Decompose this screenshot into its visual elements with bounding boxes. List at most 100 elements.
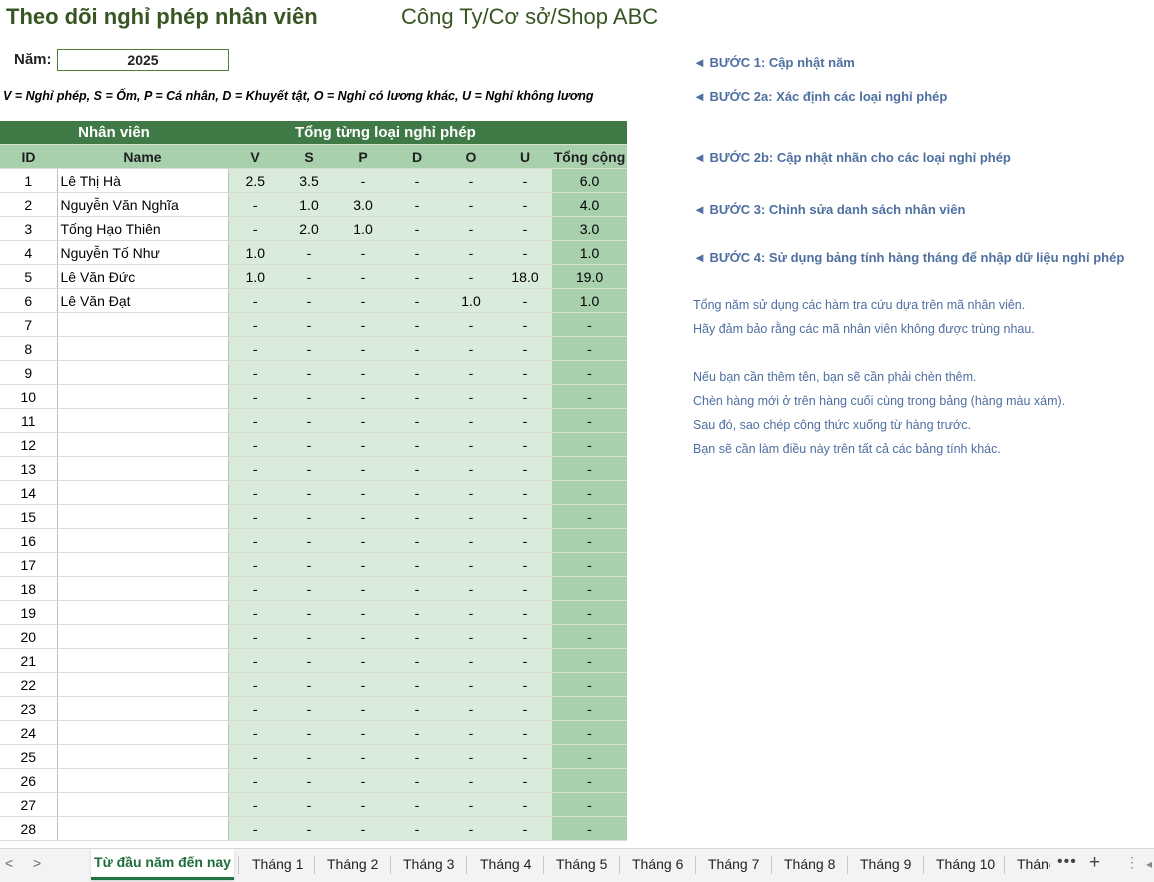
cell-v[interactable]: - bbox=[228, 552, 282, 577]
cell-s[interactable]: - bbox=[282, 576, 336, 601]
cell-total[interactable]: - bbox=[552, 792, 627, 817]
cell-id[interactable]: 14 bbox=[0, 480, 58, 505]
sheet-tab-month-2[interactable]: Tháng 2 bbox=[327, 856, 378, 872]
cell-s[interactable]: - bbox=[282, 336, 336, 361]
cell-d[interactable]: - bbox=[390, 624, 444, 649]
cell-total[interactable]: - bbox=[552, 744, 627, 769]
cell-d[interactable]: - bbox=[390, 288, 444, 313]
cell-p[interactable]: - bbox=[336, 816, 390, 841]
cell-s[interactable]: - bbox=[282, 552, 336, 577]
cell-v[interactable]: - bbox=[228, 672, 282, 697]
cell-v[interactable]: - bbox=[228, 432, 282, 457]
cell-o[interactable]: - bbox=[444, 168, 498, 193]
cell-id[interactable]: 27 bbox=[0, 792, 58, 817]
cell-v[interactable]: - bbox=[228, 312, 282, 337]
cell-v[interactable]: - bbox=[228, 768, 282, 793]
cell-id[interactable]: 19 bbox=[0, 600, 58, 625]
cell-s[interactable]: - bbox=[282, 288, 336, 313]
cell-name[interactable] bbox=[57, 648, 229, 673]
cell-p[interactable]: - bbox=[336, 168, 390, 193]
cell-id[interactable]: 28 bbox=[0, 816, 58, 841]
cell-total[interactable]: - bbox=[552, 552, 627, 577]
cell-id[interactable]: 16 bbox=[0, 528, 58, 553]
cell-d[interactable]: - bbox=[390, 504, 444, 529]
sheet-tab-ytd[interactable]: Từ đầu năm đến nay bbox=[91, 849, 234, 880]
cell-d[interactable]: - bbox=[390, 384, 444, 409]
cell-name[interactable] bbox=[57, 576, 229, 601]
cell-v[interactable]: - bbox=[228, 480, 282, 505]
cell-u[interactable]: - bbox=[498, 240, 552, 265]
cell-id[interactable]: 7 bbox=[0, 312, 58, 337]
cell-v[interactable]: - bbox=[228, 696, 282, 721]
cell-d[interactable]: - bbox=[390, 360, 444, 385]
cell-v[interactable]: 1.0 bbox=[228, 240, 282, 265]
cell-o[interactable]: 1.0 bbox=[444, 288, 498, 313]
cell-u[interactable]: - bbox=[498, 720, 552, 745]
year-input-cell[interactable]: 2025 bbox=[57, 49, 229, 71]
cell-s[interactable]: - bbox=[282, 312, 336, 337]
cell-total[interactable]: - bbox=[552, 312, 627, 337]
cell-name[interactable] bbox=[57, 768, 229, 793]
cell-id[interactable]: 3 bbox=[0, 216, 58, 241]
cell-o[interactable]: - bbox=[444, 264, 498, 289]
cell-v[interactable]: - bbox=[228, 792, 282, 817]
cell-s[interactable]: - bbox=[282, 696, 336, 721]
column-header-total[interactable]: Tổng cộng bbox=[552, 144, 627, 169]
cell-s[interactable]: 2.0 bbox=[282, 216, 336, 241]
cell-v[interactable]: - bbox=[228, 384, 282, 409]
cell-total[interactable]: - bbox=[552, 336, 627, 361]
cell-u[interactable]: - bbox=[498, 480, 552, 505]
cell-p[interactable]: - bbox=[336, 624, 390, 649]
cell-u[interactable]: - bbox=[498, 432, 552, 457]
cell-v[interactable]: - bbox=[228, 192, 282, 217]
cell-d[interactable]: - bbox=[390, 336, 444, 361]
cell-id[interactable]: 8 bbox=[0, 336, 58, 361]
cell-name[interactable] bbox=[57, 408, 229, 433]
cell-id[interactable]: 21 bbox=[0, 648, 58, 673]
cell-id[interactable]: 13 bbox=[0, 456, 58, 481]
sheet-tab-month-4[interactable]: Tháng 4 bbox=[480, 856, 531, 872]
cell-s[interactable]: - bbox=[282, 528, 336, 553]
cell-id[interactable]: 25 bbox=[0, 744, 58, 769]
cell-o[interactable]: - bbox=[444, 312, 498, 337]
cell-id[interactable]: 12 bbox=[0, 432, 58, 457]
column-header-p[interactable]: P bbox=[336, 144, 390, 169]
cell-s[interactable]: - bbox=[282, 600, 336, 625]
options-icon[interactable]: ⋮ bbox=[1125, 854, 1139, 871]
cell-o[interactable]: - bbox=[444, 624, 498, 649]
cell-p[interactable]: - bbox=[336, 720, 390, 745]
cell-v[interactable]: - bbox=[228, 408, 282, 433]
cell-s[interactable]: - bbox=[282, 768, 336, 793]
cell-id[interactable]: 2 bbox=[0, 192, 58, 217]
cell-name[interactable] bbox=[57, 600, 229, 625]
cell-total[interactable]: 6.0 bbox=[552, 168, 627, 193]
cell-name[interactable] bbox=[57, 816, 229, 841]
cell-name[interactable] bbox=[57, 792, 229, 817]
cell-d[interactable]: - bbox=[390, 816, 444, 841]
cell-s[interactable]: - bbox=[282, 816, 336, 841]
cell-id[interactable]: 11 bbox=[0, 408, 58, 433]
cell-o[interactable]: - bbox=[444, 504, 498, 529]
cell-u[interactable]: - bbox=[498, 672, 552, 697]
cell-s[interactable]: - bbox=[282, 264, 336, 289]
cell-d[interactable]: - bbox=[390, 168, 444, 193]
more-sheets-icon[interactable]: ••• bbox=[1057, 853, 1077, 871]
cell-o[interactable]: - bbox=[444, 720, 498, 745]
cell-o[interactable]: - bbox=[444, 432, 498, 457]
cell-p[interactable]: - bbox=[336, 744, 390, 769]
cell-v[interactable]: - bbox=[228, 600, 282, 625]
cell-name[interactable] bbox=[57, 480, 229, 505]
cell-id[interactable]: 20 bbox=[0, 624, 58, 649]
cell-u[interactable]: - bbox=[498, 744, 552, 769]
cell-id[interactable]: 1 bbox=[0, 168, 58, 193]
cell-u[interactable]: - bbox=[498, 168, 552, 193]
cell-total[interactable]: - bbox=[552, 600, 627, 625]
cell-total[interactable]: 3.0 bbox=[552, 216, 627, 241]
cell-s[interactable]: - bbox=[282, 480, 336, 505]
cell-s[interactable]: - bbox=[282, 360, 336, 385]
column-header-u[interactable]: U bbox=[498, 144, 552, 169]
cell-u[interactable]: - bbox=[498, 552, 552, 577]
cell-p[interactable]: - bbox=[336, 480, 390, 505]
cell-total[interactable]: - bbox=[552, 696, 627, 721]
cell-v[interactable]: - bbox=[228, 288, 282, 313]
